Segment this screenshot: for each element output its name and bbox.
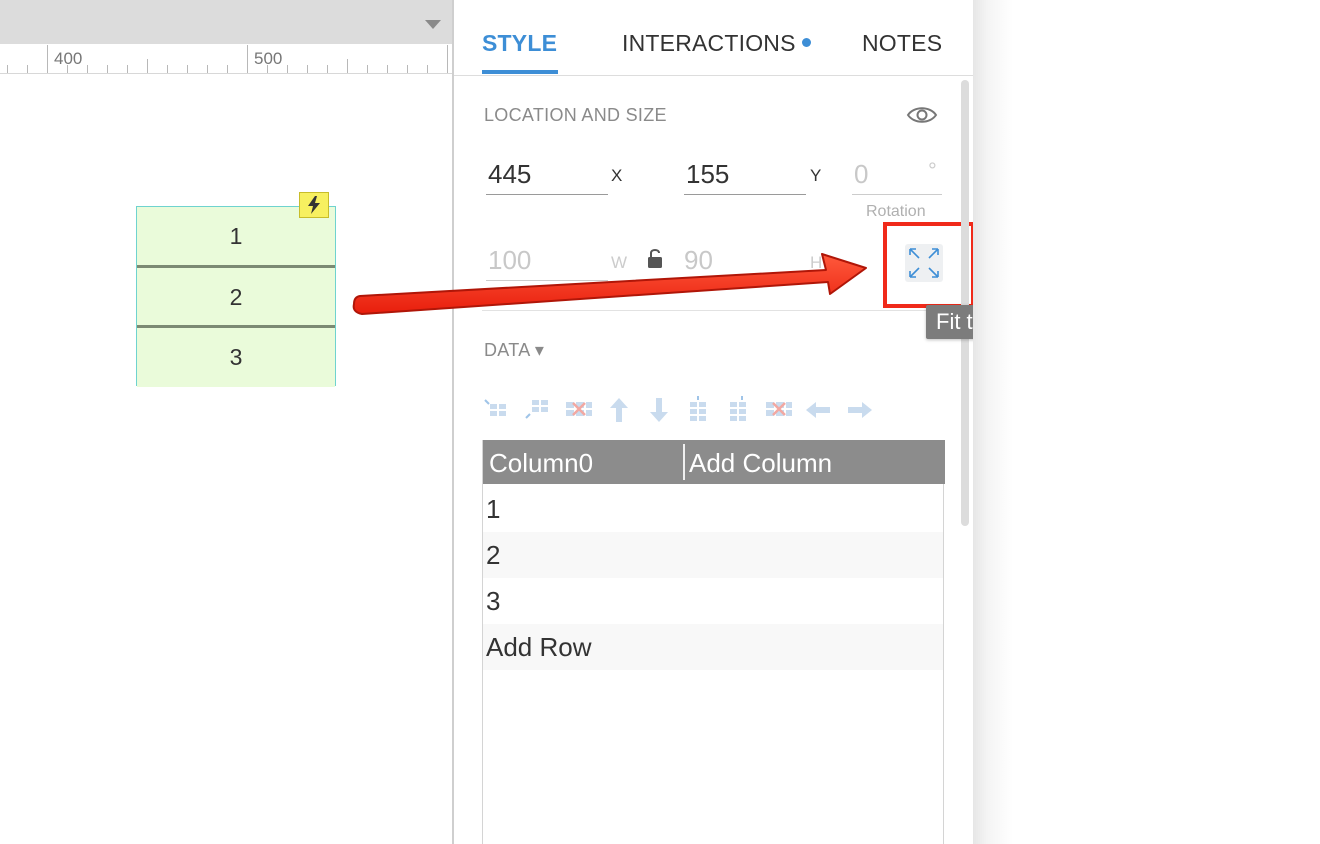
ruler-tick: [447, 45, 448, 73]
height-unit-label: H: [810, 253, 823, 272]
y-unit-label: Y: [810, 166, 822, 185]
height-input[interactable]: 90: [682, 241, 806, 281]
tab-notes[interactable]: NOTES: [862, 30, 942, 57]
ruler-tick: [327, 65, 328, 73]
ruler-tick: [27, 65, 28, 73]
data-toolbar: [484, 396, 884, 426]
data-grid-header: Column0 Add Column: [483, 440, 945, 484]
lightning-bolt-icon[interactable]: [299, 192, 329, 218]
ruler-tick: [247, 45, 248, 73]
ruler-tick: [147, 59, 148, 73]
data-grid: Column0 Add Column 1 2 3 Add Row: [482, 440, 945, 844]
horizontal-ruler: 400 500: [0, 44, 453, 74]
canvas-topbar: [0, 0, 453, 44]
add-row-button[interactable]: Add Row: [483, 624, 943, 670]
ruler-tick: [207, 65, 208, 73]
ruler-label-500: 500: [254, 49, 283, 68]
ruler-tick: [287, 65, 288, 73]
tab-interactions[interactable]: INTERACTIONS: [622, 30, 811, 57]
move-down-icon[interactable]: [644, 396, 674, 424]
data-grid-row[interactable]: 2: [483, 532, 943, 578]
repeater-row[interactable]: 3: [137, 328, 335, 387]
insert-row-below-icon[interactable]: [524, 396, 554, 424]
data-grid-row[interactable]: 1: [483, 486, 943, 532]
ruler-tick: [167, 65, 168, 73]
insert-column-right-icon[interactable]: [724, 396, 754, 424]
x-input[interactable]: 445: [486, 155, 608, 195]
chevron-down-icon[interactable]: [425, 20, 441, 29]
panel-scrollbar[interactable]: [961, 80, 969, 526]
x-unit-label: X: [611, 166, 623, 185]
panel-tabs: STYLE INTERACTIONS NOTES: [454, 0, 973, 76]
delete-row-icon[interactable]: [564, 396, 594, 424]
add-column-button[interactable]: Add Column: [683, 440, 832, 484]
data-grid-row[interactable]: 3: [483, 578, 943, 624]
column-header-column0[interactable]: Column0: [483, 440, 593, 484]
ruler-tick: [387, 65, 388, 73]
panel-shadow: [973, 0, 1320, 844]
repeater-row[interactable]: 2: [137, 268, 335, 327]
ruler-tick: [127, 65, 128, 73]
design-canvas[interactable]: 400 500 1 2 3: [0, 0, 453, 844]
ruler-tick: [187, 65, 188, 73]
rotation-unit-label: °: [928, 158, 937, 183]
tab-interactions-label: INTERACTIONS: [622, 30, 796, 56]
eye-icon[interactable]: [906, 104, 938, 126]
ruler-tick: [47, 45, 48, 73]
tab-style[interactable]: STYLE: [482, 30, 557, 57]
ruler-tick: [87, 65, 88, 73]
y-input[interactable]: 155: [684, 155, 806, 195]
ruler-tick: [307, 65, 308, 73]
insert-row-above-icon[interactable]: [484, 396, 514, 424]
width-input[interactable]: 100: [486, 241, 608, 281]
rotation-caption: Rotation: [866, 203, 926, 220]
ruler-tick: [7, 65, 8, 73]
properties-panel: STYLE INTERACTIONS NOTES LOCATION AND SI…: [454, 0, 1206, 844]
location-size-title: LOCATION AND SIZE: [484, 105, 667, 125]
active-tab-indicator: [482, 70, 558, 74]
app-root: 400 500 1 2 3 STYLE INTERACTIONS NOTES L…: [0, 0, 1320, 844]
data-section-title[interactable]: DATA ▾: [484, 340, 544, 361]
indicator-dot-icon: [801, 38, 811, 48]
ruler-label-400: 400: [54, 49, 83, 68]
section-divider: [482, 310, 944, 311]
ruler-tick: [407, 65, 408, 73]
move-left-icon[interactable]: [804, 396, 834, 424]
insert-column-left-icon[interactable]: [684, 396, 714, 424]
ruler-tick: [367, 65, 368, 73]
ruler-tick: [347, 59, 348, 73]
ruler-tick: [427, 65, 428, 73]
unlock-icon[interactable]: [646, 246, 666, 270]
delete-column-icon[interactable]: [764, 396, 794, 424]
width-unit-label: W: [611, 253, 628, 272]
ruler-tick: [107, 65, 108, 73]
move-right-icon[interactable]: [844, 396, 874, 424]
repeater-widget[interactable]: 1 2 3: [136, 206, 336, 387]
ruler-tick: [227, 65, 228, 73]
move-up-icon[interactable]: [604, 396, 634, 424]
